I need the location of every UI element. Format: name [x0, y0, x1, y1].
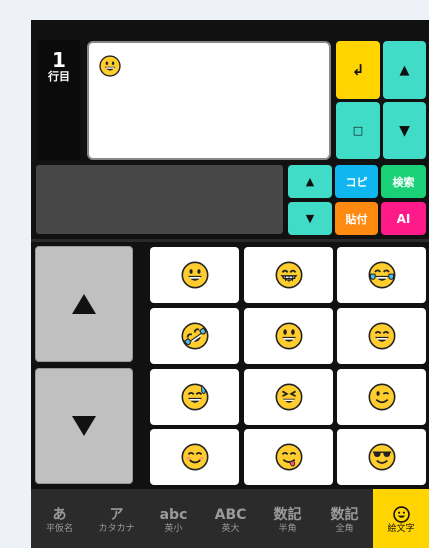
tab-uppercase-label: ABC: [214, 507, 247, 523]
tab-lowercase[interactable]: abc 英小: [145, 489, 202, 548]
winking-face-icon: [368, 383, 396, 411]
line-indicator: 1 行目: [38, 40, 80, 160]
emoji-key-rolling-on-the-floor-laughing[interactable]: [150, 308, 239, 364]
tab-hiragana-label: あ: [52, 507, 67, 523]
grinning-face-with-smiling-eyes-icon: [275, 261, 303, 289]
tab-symbols-fullwidth-label: 数記: [330, 507, 359, 523]
emoji-key-smiling-face-with-smiling-eyes[interactable]: [150, 429, 239, 485]
tab-katakana-sublabel: カタカナ: [98, 524, 135, 534]
emoji-key-smiling-face-with-sunglasses[interactable]: [337, 429, 426, 485]
face-savoring-food-icon: [275, 443, 303, 471]
space-button[interactable]: □: [336, 102, 380, 159]
smiley-icon: [392, 506, 410, 523]
emoji-key-smiling-face-with-open-mouth-and-smiling-eyes[interactable]: [337, 308, 426, 364]
tab-symbols-fullwidth-sublabel: 全角: [335, 524, 354, 534]
grinning-face-with-sweat-icon: [181, 383, 209, 411]
keyboard-app: 1 行目 ↲ ▲ □ ▼ ▲ ▼ コピ 検索 貼付 AI あ 平仮名 ア カタカ…: [31, 20, 429, 548]
tab-emoji-sublabel: 絵文字: [387, 524, 415, 534]
candidate-display: [36, 165, 283, 234]
tab-emoji[interactable]: 絵文字: [373, 489, 429, 548]
tab-symbols-halfwidth-label: 数記: [273, 507, 302, 523]
tab-uppercase-sublabel: 英大: [221, 524, 240, 534]
emoji-key-winking-face[interactable]: [337, 369, 426, 425]
cursor-up-button[interactable]: ▲: [383, 41, 426, 99]
emoji-key-grinning-face[interactable]: [150, 247, 239, 303]
grinning-face-with-big-eyes-icon: [275, 322, 303, 350]
enter-button[interactable]: ↲: [336, 41, 380, 99]
line-number: 1: [52, 48, 66, 72]
keyboard-mode-tabbar: あ 平仮名 ア カタカナ abc 英小 ABC 英大 数記 半角 数記 全角 絵…: [31, 489, 429, 548]
cursor-down-button[interactable]: ▼: [383, 102, 426, 159]
face-with-tears-of-joy-icon: [368, 261, 396, 289]
emoji-key-face-savoring-food[interactable]: [244, 429, 333, 485]
tab-katakana[interactable]: ア カタカナ: [88, 489, 145, 548]
paste-button[interactable]: 貼付: [335, 202, 378, 235]
ai-button[interactable]: AI: [381, 202, 426, 235]
tab-lowercase-sublabel: 英小: [164, 524, 183, 534]
emoji-key-grinning-squinting-face[interactable]: [244, 369, 333, 425]
smiling-face-with-sunglasses-icon: [368, 443, 396, 471]
scroll-down-button[interactable]: ▼: [288, 202, 332, 235]
grinning-face-icon: [181, 261, 209, 289]
rolling-on-the-floor-laughing-icon: [181, 322, 209, 350]
line-unit-label: 行目: [48, 70, 70, 83]
emoji-key-grinning-face-with-big-eyes[interactable]: [244, 308, 333, 364]
search-button[interactable]: 検索: [381, 165, 426, 198]
smiling-face-with-open-mouth-and-smiling-eyes-icon: [368, 322, 396, 350]
page-down-button[interactable]: [35, 368, 133, 484]
emoji-key-grinning-face-with-sweat[interactable]: [150, 369, 239, 425]
text-input-area[interactable]: [87, 41, 331, 160]
emoji-key-face-with-tears-of-joy[interactable]: [337, 247, 426, 303]
scroll-up-button[interactable]: ▲: [288, 165, 332, 198]
grinning-face-icon: [99, 55, 121, 81]
triangle-down-icon: [72, 416, 96, 436]
tab-symbols-fullwidth[interactable]: 数記 全角: [316, 489, 373, 548]
section-divider: [31, 239, 429, 242]
tab-symbols-halfwidth[interactable]: 数記 半角: [259, 489, 316, 548]
grinning-squinting-face-icon: [275, 383, 303, 411]
tab-hiragana[interactable]: あ 平仮名: [31, 489, 88, 548]
tab-uppercase[interactable]: ABC 英大: [202, 489, 259, 548]
tab-katakana-label: ア: [109, 507, 124, 523]
tab-symbols-halfwidth-sublabel: 半角: [278, 524, 297, 534]
triangle-up-icon: [72, 294, 96, 314]
tab-lowercase-label: abc: [159, 507, 188, 523]
smiling-face-with-smiling-eyes-icon: [181, 443, 209, 471]
emoji-key-grinning-face-with-smiling-eyes[interactable]: [244, 247, 333, 303]
copy-button[interactable]: コピ: [335, 165, 378, 198]
tab-hiragana-sublabel: 平仮名: [45, 524, 73, 534]
page-up-button[interactable]: [35, 246, 133, 362]
